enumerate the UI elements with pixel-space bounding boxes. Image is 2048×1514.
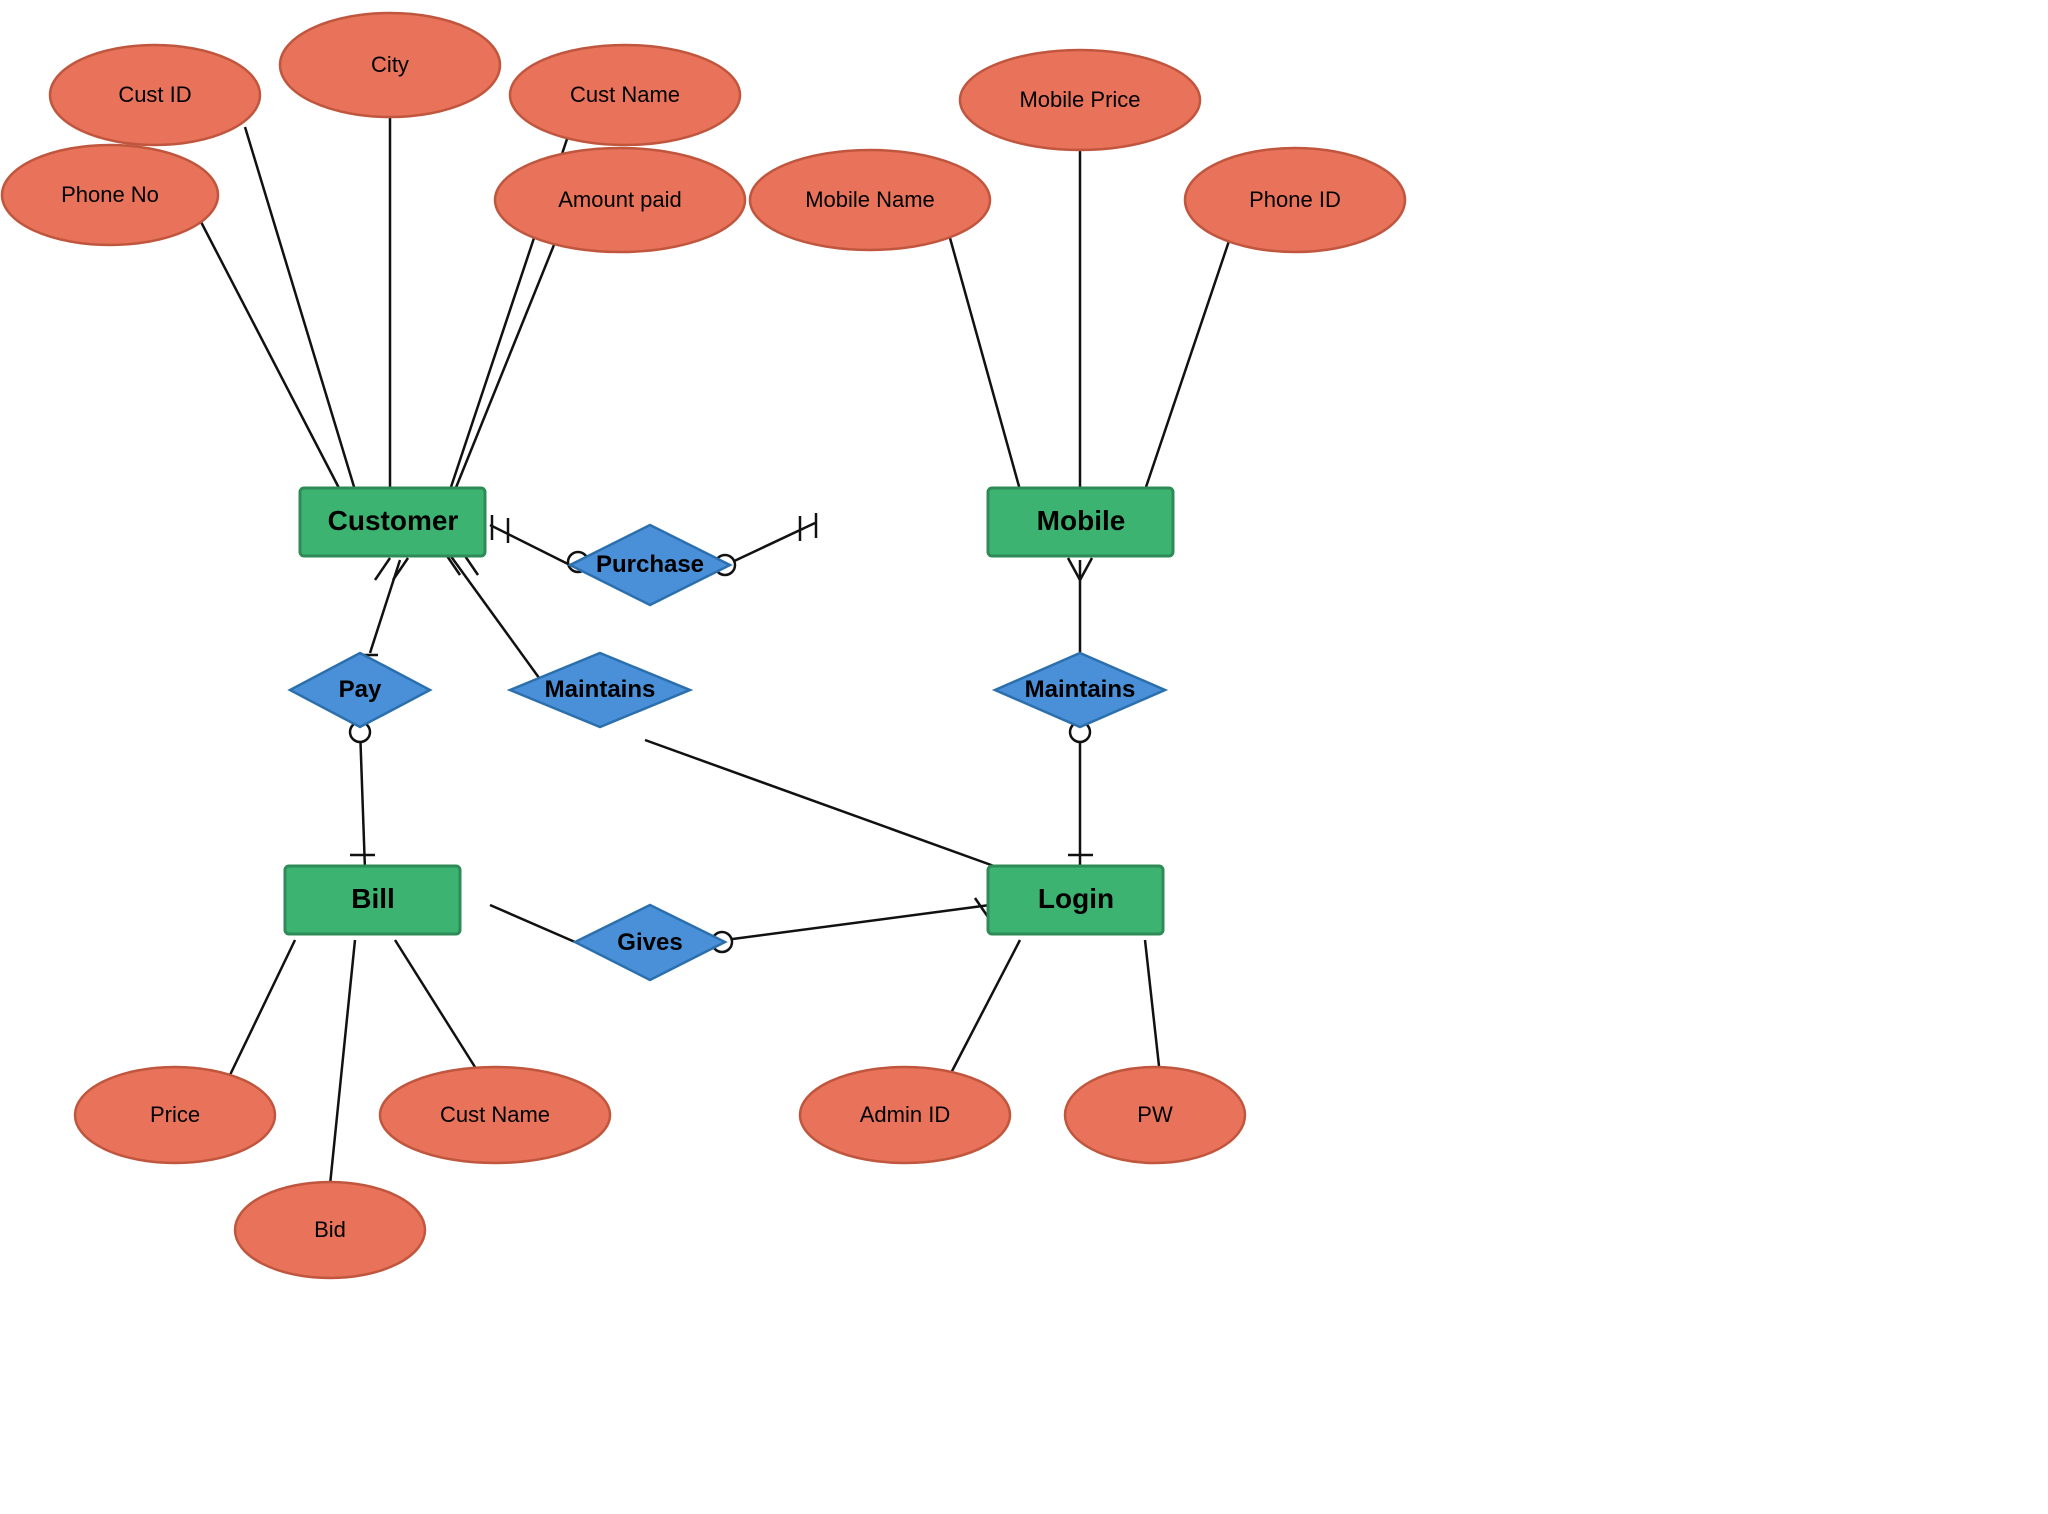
er-diagram: Customer Mobile Bill Login Purchase Pay … [0,0,2048,1509]
attr-admin-id-label: Admin ID [860,1102,950,1127]
attr-bid-label: Bid [314,1217,346,1242]
entity-login-label: Login [1038,883,1114,914]
attr-mobile-name-label: Mobile Name [805,187,935,212]
line-maintains-login [645,740,1005,870]
line-login-pw [1145,940,1160,1075]
attr-city-label: City [371,52,409,77]
attr-amount-paid-label: Amount paid [558,187,682,212]
line-phoneno-customer [200,220,340,490]
line-customer-pay [370,560,400,653]
entity-bill-label: Bill [351,883,395,914]
attr-phone-id-label: Phone ID [1249,187,1341,212]
attr-cust-name-label: Cust Name [570,82,680,107]
attr-mobile-price-label: Mobile Price [1019,87,1140,112]
rel-maintains-left-label: Maintains [545,676,656,703]
attr-price-label: Price [150,1102,200,1127]
attr-cust-id-label: Cust ID [118,82,191,107]
rel-purchase-label: Purchase [596,551,704,578]
line-bill-bid [330,940,355,1185]
line-login-adminid [950,940,1020,1075]
line-custid-customer [245,127,355,490]
rel-pay-label: Pay [339,676,382,703]
line-bill-price [230,940,295,1075]
rel-maintains-right-label: Maintains [1025,676,1136,703]
attr-pw-label: PW [1137,1102,1173,1127]
line-pay-bill [360,728,365,870]
line-purchase-mobile [730,523,815,563]
attr-cust-name-bill-label: Cust Name [440,1102,550,1127]
line-phoneid-mobile [1145,238,1230,490]
line-bill-custname [395,940,480,1075]
entity-customer-label: Customer [328,505,459,536]
line-bill-gives [490,905,575,942]
line-customer-maintains [450,555,550,693]
entity-mobile-label: Mobile [1037,505,1126,536]
line-amountpaid-customer [455,230,560,490]
line-gives-login [725,905,990,940]
rel-gives-label: Gives [617,929,682,956]
line-mobilename-mobile [950,238,1020,490]
attr-phone-no-label: Phone No [61,182,159,207]
line-customer-purchase [490,525,570,565]
